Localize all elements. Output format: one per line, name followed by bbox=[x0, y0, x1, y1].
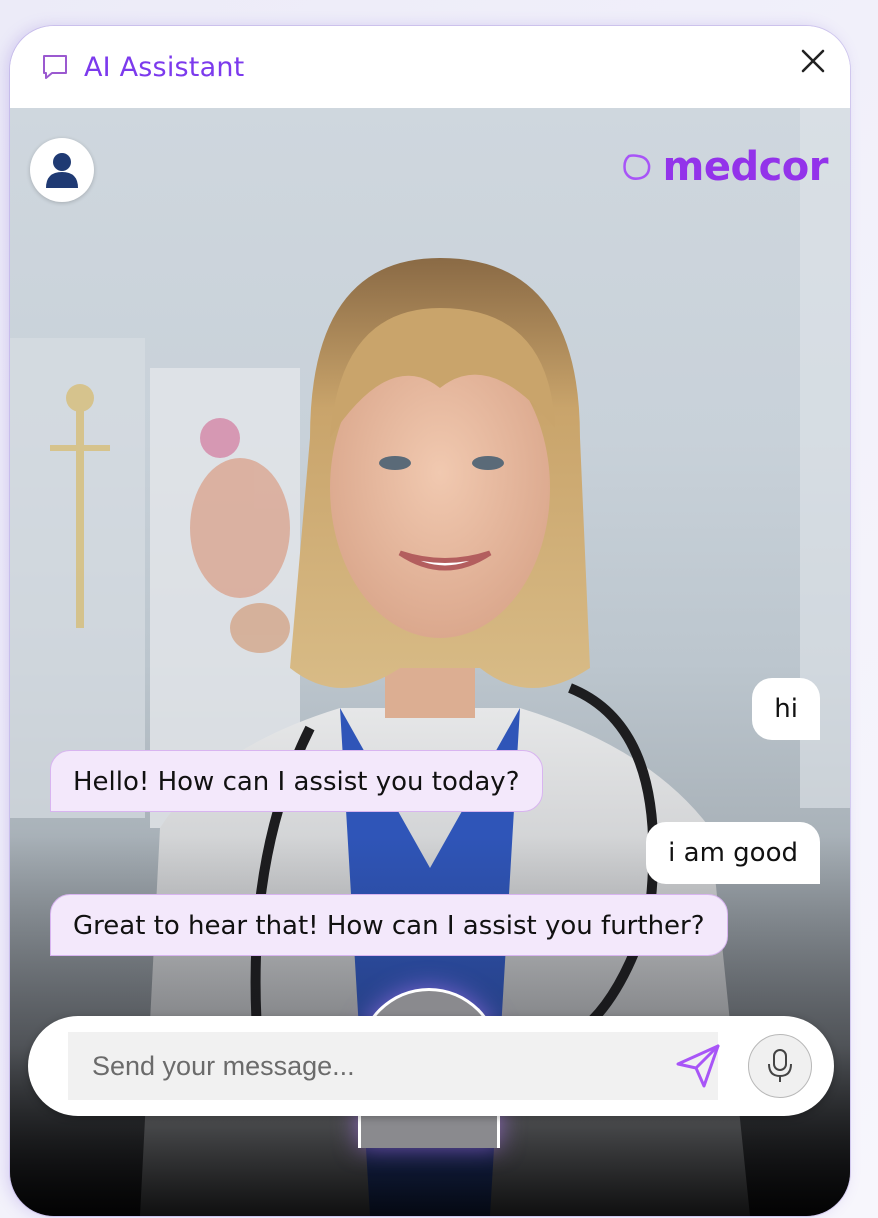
close-icon[interactable] bbox=[798, 46, 828, 76]
chat-bubble-icon bbox=[43, 55, 67, 79]
chat-widget: AI Assistant medcor hi Hello! How can I … bbox=[10, 26, 850, 1216]
message-bubble-user: i am good bbox=[646, 822, 820, 884]
send-icon[interactable] bbox=[672, 1040, 724, 1092]
microphone-icon bbox=[768, 1049, 792, 1082]
widget-header: AI Assistant bbox=[10, 26, 850, 108]
message-composer bbox=[28, 1016, 834, 1116]
microphone-button[interactable] bbox=[748, 1034, 812, 1098]
message-input[interactable] bbox=[68, 1032, 718, 1100]
widget-title: AI Assistant bbox=[84, 51, 245, 83]
message-bubble-assistant: Great to hear that! How can I assist you… bbox=[50, 894, 728, 956]
message-bubble-user: hi bbox=[752, 678, 820, 740]
message-bubble-assistant: Hello! How can I assist you today? bbox=[50, 750, 543, 812]
